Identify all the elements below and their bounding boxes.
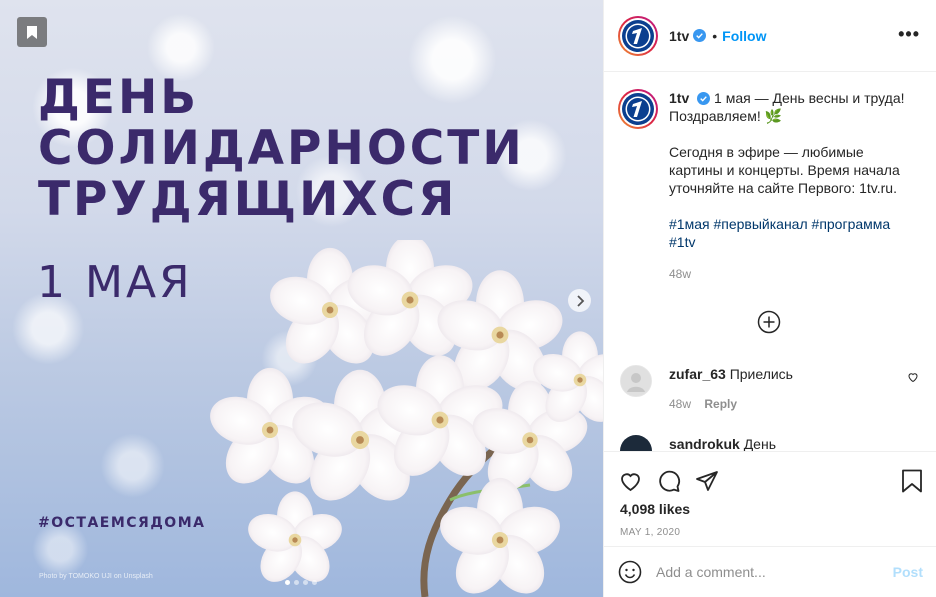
avatar[interactable]	[620, 435, 652, 451]
carousel-dot	[294, 580, 299, 585]
like-comment-heart-icon[interactable]	[907, 371, 919, 383]
verified-badge-icon	[693, 29, 707, 42]
post-sidebar: 1tv • Follow ••• 1tv 1 мая — День весны …	[603, 0, 936, 597]
comment-item: sandrokuk День	[620, 435, 925, 451]
comments-section[interactable]: 1tv 1 мая — День весны и труда! Поздравл…	[604, 73, 936, 451]
default-avatar-icon	[621, 366, 651, 396]
image-headline: ДЕНЬ СОЛИДАРНОСТИ ТРУДЯЩИХСЯ	[38, 72, 525, 225]
headline-line: СОЛИДАРНОСТИ	[38, 121, 525, 176]
caption-timestamp[interactable]: 48w	[669, 265, 914, 283]
comment-bubble-icon	[659, 470, 681, 492]
reply-button[interactable]: Reply	[704, 397, 737, 411]
comment-button[interactable]	[657, 469, 681, 493]
comment-username[interactable]: zufar_63	[669, 366, 726, 382]
comment-item: zufar_63 Приелись 48w Reply	[620, 365, 925, 413]
carousel-dot	[303, 580, 308, 585]
caption-text: Сегодня в эфире — любимые картины и конц…	[669, 144, 900, 196]
hashtag-link[interactable]: #1мая	[669, 216, 710, 232]
more-options-button[interactable]: •••	[898, 25, 920, 43]
hashtag-link[interactable]: #1tv	[669, 234, 695, 250]
load-more-comments-button[interactable]	[757, 310, 781, 334]
smiley-icon	[618, 560, 642, 584]
header-username[interactable]: 1tv	[669, 28, 689, 44]
heart-icon	[621, 473, 640, 492]
caption-hashtags: #1мая #первыйканал #программа #1tv	[669, 215, 914, 251]
channel-one-logo	[622, 93, 654, 125]
post-caption: 1tv 1 мая — День весны и труда! Поздравл…	[604, 73, 936, 283]
comment-text: День	[743, 436, 776, 451]
separator-dot: •	[712, 27, 718, 44]
post-actions: 4,098 likes MAY 1, 2020	[604, 451, 936, 546]
comment-timestamp[interactable]: 48w	[669, 397, 691, 411]
caption-username[interactable]: 1tv	[669, 90, 689, 106]
verified-badge-icon	[697, 92, 711, 105]
carousel-dot-active	[285, 580, 290, 585]
post-comment-button[interactable]: Post	[893, 564, 923, 580]
plus-circle-icon	[757, 310, 781, 334]
bookmark-icon	[902, 469, 922, 493]
image-date: 1 МАЯ	[37, 257, 193, 308]
hashtag-link[interactable]: #программа	[812, 216, 891, 232]
cherry-blossom-illustration	[203, 240, 603, 597]
add-comment-bar: Post	[604, 546, 936, 597]
headline-line: ТРУДЯЩИХСЯ	[38, 172, 458, 227]
avatar[interactable]	[618, 89, 658, 129]
comment-username[interactable]: sandrokuk	[669, 436, 740, 451]
headline-line: ДЕНЬ	[38, 70, 200, 125]
follow-button[interactable]: Follow	[722, 28, 766, 44]
post-image[interactable]: ДЕНЬ СОЛИДАРНОСТИ ТРУДЯЩИХСЯ 1 МАЯ #ОСТА…	[0, 0, 603, 597]
carousel-indicator	[285, 580, 317, 585]
save-button[interactable]	[901, 469, 923, 493]
avatar[interactable]	[618, 15, 658, 56]
emoji-button[interactable]	[618, 560, 642, 584]
likes-count[interactable]: 4,098 likes	[604, 501, 936, 517]
paper-plane-icon	[696, 471, 718, 491]
next-slide-button[interactable]	[568, 289, 591, 312]
carousel-dot	[312, 580, 317, 585]
channel-one-logo	[622, 19, 654, 52]
like-button[interactable]	[618, 469, 643, 493]
share-button[interactable]	[695, 469, 719, 493]
comment-text: Приелись	[729, 366, 793, 382]
comment-input[interactable]	[656, 564, 893, 580]
post-date[interactable]: MAY 1, 2020	[604, 527, 936, 538]
image-hashtag: #ОСТАЕМСЯДОМА	[38, 515, 206, 531]
hashtag-link[interactable]: #первыйканал	[713, 216, 807, 232]
photo-credit: Photo by TOMOKO UJI on Unsplash	[39, 573, 153, 580]
avatar[interactable]	[620, 365, 652, 397]
bookmark-icon	[17, 17, 47, 47]
post-header: 1tv • Follow •••	[604, 0, 936, 72]
chevron-right-icon	[576, 294, 584, 307]
